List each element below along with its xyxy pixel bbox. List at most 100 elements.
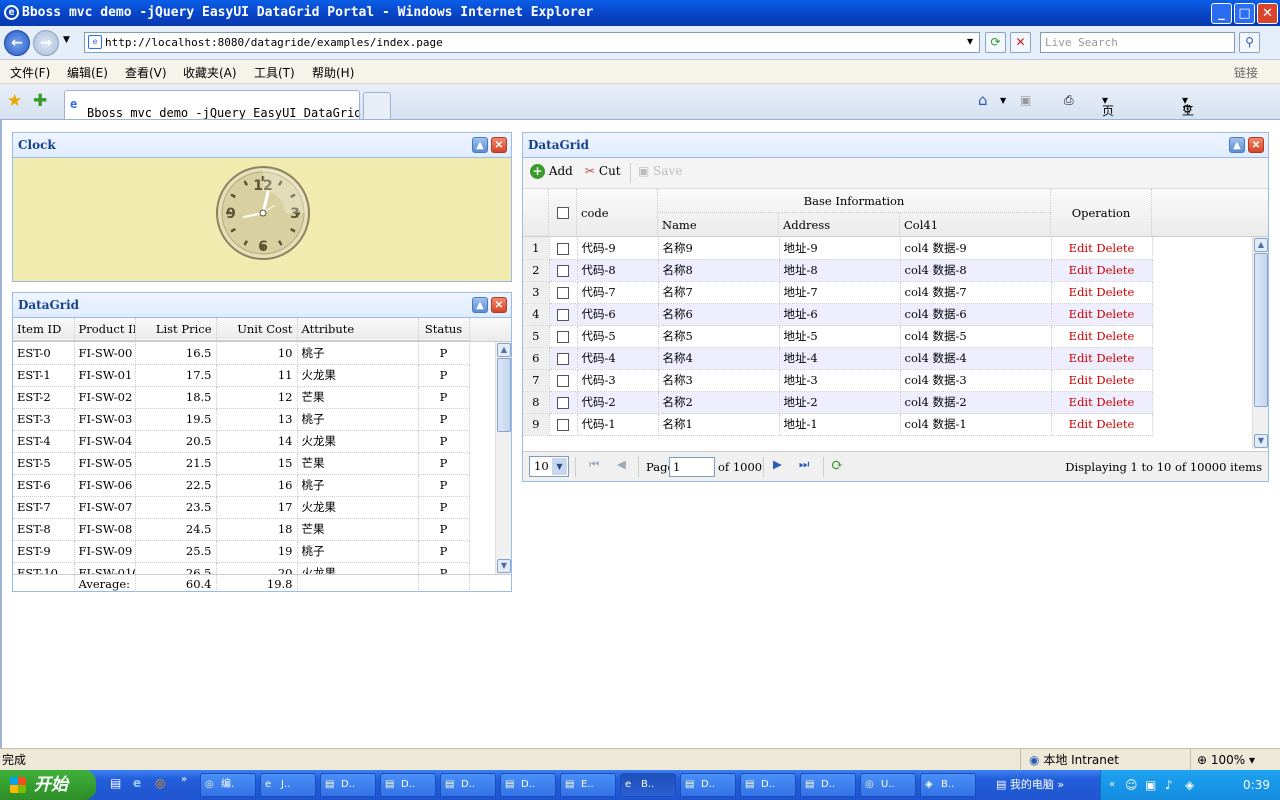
taskbar-item[interactable]: ◎ U.. bbox=[860, 773, 916, 797]
table-row[interactable]: 3 代码-7 名称7 地址-7 col4 数据-7 Edit Delete bbox=[523, 281, 1153, 304]
refresh-icon[interactable]: ⟳ bbox=[831, 456, 844, 474]
col-address[interactable]: Address bbox=[779, 213, 900, 237]
taskbar-item[interactable]: ▤ D.. bbox=[740, 773, 796, 797]
my-computer-toolbar[interactable]: ▤ 我的电脑 » bbox=[996, 770, 1064, 800]
edit-link[interactable]: Edit bbox=[1069, 307, 1093, 321]
taskbar-item[interactable]: ▤ D.. bbox=[380, 773, 436, 797]
collapse-icon[interactable]: ▲ bbox=[472, 297, 488, 313]
collapse-icon[interactable]: ▲ bbox=[472, 137, 488, 153]
col-name[interactable]: Name bbox=[658, 213, 779, 237]
table-row[interactable]: 1 代码-9 名称9 地址-9 col4 数据-9 Edit Delete bbox=[523, 237, 1153, 260]
col-col41[interactable]: Col41 bbox=[900, 213, 1051, 237]
close-icon[interactable]: ✕ bbox=[491, 297, 507, 313]
col-status[interactable]: Status bbox=[418, 318, 470, 341]
delete-link[interactable]: Delete bbox=[1096, 395, 1134, 409]
quicklaunch-ie-icon[interactable]: e bbox=[133, 776, 141, 790]
scroll-thumb[interactable] bbox=[1254, 253, 1268, 407]
cut-button[interactable]: ✂ Cut bbox=[585, 164, 621, 178]
right-grid-scrollbar[interactable]: ▲ ▼ bbox=[1252, 237, 1268, 449]
links-label[interactable]: 链接 bbox=[1234, 64, 1258, 81]
back-button[interactable]: ← bbox=[4, 30, 30, 56]
table-row[interactable]: EST-2 FI-SW-02 18.5 12 芒果 P bbox=[13, 386, 470, 409]
home-dropdown-icon[interactable]: ▼ bbox=[1000, 96, 1006, 105]
taskbar-item[interactable]: ▤ D.. bbox=[320, 773, 376, 797]
table-row[interactable]: EST-4 FI-SW-04 20.5 14 火龙果 P bbox=[13, 430, 470, 453]
table-row[interactable]: EST-10 FI-SW-010 26.5 20 火龙果 P bbox=[13, 562, 470, 574]
add-button[interactable]: + Add bbox=[530, 164, 573, 179]
select-all-checkbox[interactable] bbox=[556, 207, 569, 219]
tray-volume-icon[interactable]: ♪ bbox=[1165, 770, 1173, 800]
last-page-icon[interactable]: ⏭ bbox=[799, 457, 809, 472]
page-size-select[interactable]: 10 ▼ bbox=[529, 456, 569, 477]
tray-security-icon[interactable]: ◈ bbox=[1185, 770, 1194, 800]
tray-network-icon[interactable]: ▣ bbox=[1145, 770, 1156, 800]
row-checkbox[interactable] bbox=[557, 353, 569, 365]
table-row[interactable]: EST-8 FI-SW-08 24.5 18 芒果 P bbox=[13, 518, 470, 541]
table-row[interactable]: 4 代码-6 名称6 地址-6 col4 数据-6 Edit Delete bbox=[523, 303, 1153, 326]
delete-link[interactable]: Delete bbox=[1096, 351, 1134, 365]
start-button[interactable]: 开始 bbox=[0, 770, 96, 800]
table-row[interactable]: EST-0 FI-SW-00 16.5 10 桃子 P bbox=[13, 342, 470, 365]
tab-active[interactable]: e Bboss mvc demo -jQuery EasyUI DataGrid… bbox=[64, 90, 360, 119]
zone-indicator[interactable]: ◉ 本地 Intranet bbox=[1020, 749, 1190, 771]
delete-link[interactable]: Delete bbox=[1096, 263, 1134, 277]
delete-link[interactable]: Delete bbox=[1096, 417, 1134, 431]
col-code[interactable]: code bbox=[577, 189, 658, 237]
delete-link[interactable]: Delete bbox=[1096, 241, 1134, 255]
edit-link[interactable]: Edit bbox=[1069, 417, 1093, 431]
stop-icon[interactable]: ✕ bbox=[1010, 32, 1031, 53]
home-icon[interactable]: ⌂ bbox=[978, 91, 988, 109]
table-row[interactable]: 5 代码-5 名称5 地址-5 col4 数据-5 Edit Delete bbox=[523, 325, 1153, 348]
table-row[interactable]: EST-9 FI-SW-09 25.5 19 桃子 P bbox=[13, 540, 470, 563]
edit-link[interactable]: Edit bbox=[1069, 351, 1093, 365]
quicklaunch-desktop-icon[interactable]: ▤ bbox=[110, 776, 121, 790]
taskbar-item[interactable]: ▤ D.. bbox=[680, 773, 736, 797]
close-window-button[interactable]: ✕ bbox=[1257, 3, 1278, 24]
edit-link[interactable]: Edit bbox=[1069, 263, 1093, 277]
taskbar-item[interactable]: ▤ D.. bbox=[500, 773, 556, 797]
menu-tools[interactable]: 工具(T) bbox=[254, 64, 295, 81]
new-tab-button[interactable] bbox=[363, 92, 391, 119]
quicklaunch-firefox-icon[interactable]: ◎ bbox=[155, 776, 165, 790]
taskbar-item[interactable]: ▤ E.. bbox=[560, 773, 616, 797]
next-page-icon[interactable]: ▶ bbox=[773, 457, 782, 471]
table-row[interactable]: EST-5 FI-SW-05 21.5 15 芒果 P bbox=[13, 452, 470, 475]
taskbar-item[interactable]: e B.. bbox=[620, 773, 676, 797]
menu-view[interactable]: 查看(V) bbox=[125, 64, 167, 81]
menu-file[interactable]: 文件(F) bbox=[10, 64, 50, 81]
collapse-icon[interactable]: ▲ bbox=[1229, 137, 1245, 153]
edit-link[interactable]: Edit bbox=[1069, 395, 1093, 409]
taskbar-item[interactable]: ▤ D.. bbox=[800, 773, 856, 797]
row-checkbox[interactable] bbox=[557, 265, 569, 277]
table-row[interactable]: 8 代码-2 名称2 地址-2 col4 数据-2 Edit Delete bbox=[523, 391, 1153, 414]
zoom-control[interactable]: ⊕ 100% ▾ bbox=[1190, 749, 1280, 771]
row-checkbox[interactable] bbox=[557, 287, 569, 299]
refresh-icon[interactable]: ⟳ bbox=[985, 32, 1006, 53]
tools-menu[interactable]: ⚙ 工具(O) ▾ bbox=[1182, 93, 1201, 150]
feeds-icon[interactable]: ▣ bbox=[1020, 93, 1031, 107]
row-checkbox[interactable] bbox=[557, 375, 569, 387]
add-favorite-icon[interactable]: ✚ bbox=[33, 91, 47, 111]
url-field[interactable]: e http://localhost:8080/datagride/exampl… bbox=[84, 32, 980, 53]
tray-expand-icon[interactable]: « bbox=[1109, 770, 1115, 800]
forward-button[interactable]: → bbox=[33, 30, 59, 56]
search-icon[interactable]: ⚲ bbox=[1239, 32, 1260, 53]
row-checkbox[interactable] bbox=[557, 242, 569, 255]
taskbar-item[interactable]: ◈ B.. bbox=[920, 773, 976, 797]
edit-link[interactable]: Edit bbox=[1069, 241, 1093, 255]
left-grid-scrollbar[interactable]: ▲ ▼ bbox=[495, 342, 511, 574]
scroll-down-icon[interactable]: ▼ bbox=[1254, 434, 1268, 448]
live-search-input[interactable]: Live Search bbox=[1040, 32, 1235, 53]
col-list-price[interactable]: List Price bbox=[135, 318, 217, 341]
delete-link[interactable]: Delete bbox=[1096, 307, 1134, 321]
table-row[interactable]: 6 代码-4 名称4 地址-4 col4 数据-4 Edit Delete bbox=[523, 347, 1153, 370]
menu-help[interactable]: 帮助(H) bbox=[312, 64, 354, 81]
scroll-thumb[interactable] bbox=[497, 358, 511, 432]
taskbar-item[interactable]: e J.. bbox=[260, 773, 316, 797]
edit-link[interactable]: Edit bbox=[1069, 329, 1093, 343]
table-row[interactable]: 9 代码-1 名称1 地址-1 col4 数据-1 Edit Delete bbox=[523, 413, 1153, 436]
page-menu[interactable]: 页面(P) ▾ bbox=[1102, 93, 1119, 150]
col-product-id[interactable]: Product ID bbox=[74, 318, 136, 341]
save-button[interactable]: ▣ Save bbox=[638, 164, 682, 178]
delete-link[interactable]: Delete bbox=[1096, 285, 1134, 299]
